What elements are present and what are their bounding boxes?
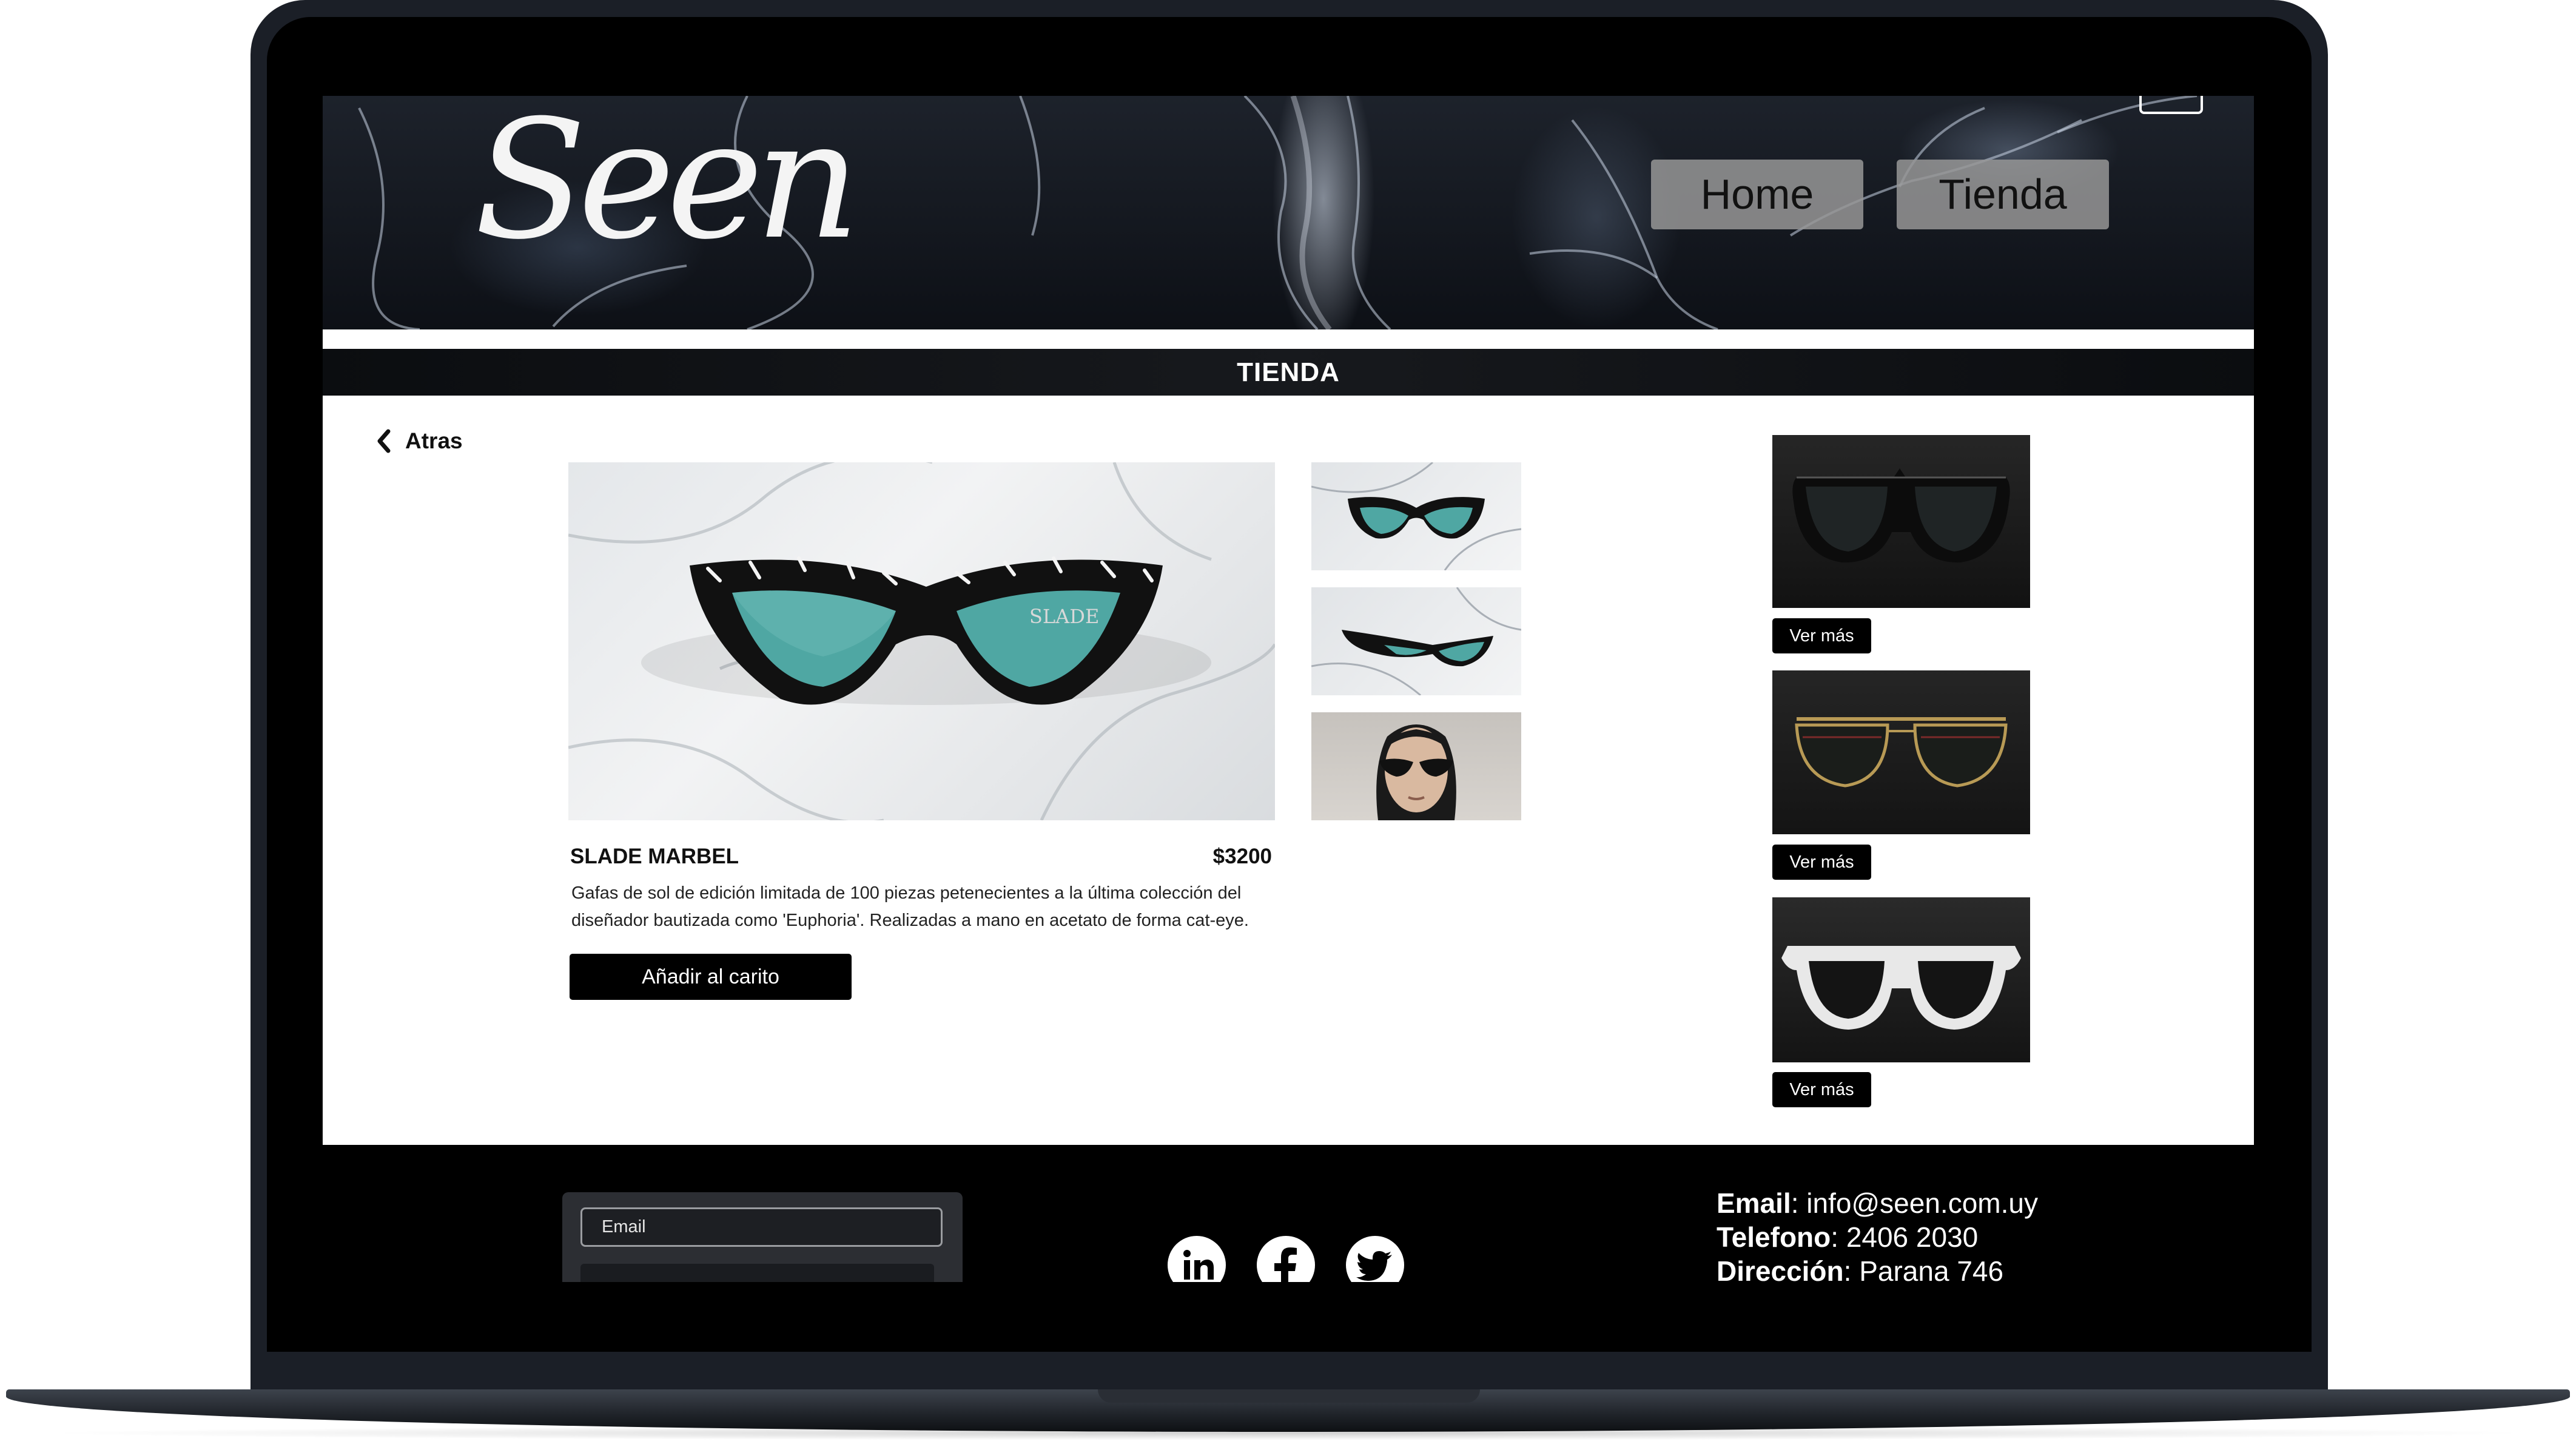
- back-link[interactable]: Atras: [376, 426, 463, 456]
- twitter-icon: [1356, 1251, 1392, 1281]
- cat-eye-sunglasses-image: SLADE: [568, 462, 1275, 820]
- chevron-left-icon: [377, 429, 391, 453]
- newsletter-form: Email: [562, 1192, 963, 1282]
- ver-mas-button[interactable]: Ver más: [1772, 618, 1871, 653]
- header-corner-box[interactable]: [2139, 96, 2203, 114]
- sunglasses-top-view-image: [1311, 462, 1521, 570]
- add-to-cart-button[interactable]: Añadir al carito: [570, 954, 852, 1000]
- twitter-link[interactable]: [1346, 1236, 1404, 1282]
- contact-info: Email: info@seen.com.uy Telefono: 2406 2…: [1717, 1186, 2038, 1282]
- contact-email: Email: info@seen.com.uy: [1717, 1187, 2038, 1219]
- contact-phone: Telefono: 2406 2030: [1717, 1221, 1979, 1253]
- laptop-notch: [1098, 1389, 1480, 1403]
- product-description: Gafas de sol de edición limitada de 100 …: [571, 883, 1249, 930]
- newsletter-submit-button[interactable]: [580, 1264, 934, 1282]
- facebook-icon: [1274, 1247, 1297, 1282]
- white-frame-sunglasses-image: [1781, 946, 2021, 1030]
- facebook-link[interactable]: [1257, 1236, 1315, 1282]
- aviator-sunglasses-image: [1795, 717, 2008, 788]
- linkedin-link[interactable]: [1168, 1236, 1226, 1282]
- nav-tienda-button[interactable]: Tienda: [1897, 160, 2109, 229]
- product-main-image[interactable]: SLADE: [568, 462, 1275, 820]
- browser-viewport: Seen Home Tienda TIENDA Atras SLADE SLAD…: [323, 96, 2254, 1282]
- ver-mas-button[interactable]: Ver más: [1772, 845, 1871, 880]
- nav-home-button[interactable]: Home: [1651, 160, 1863, 229]
- frame-engraving: SLADE: [1029, 605, 1099, 628]
- linkedin-icon: [1183, 1250, 1214, 1280]
- product-thumbnail[interactable]: [1311, 462, 1521, 570]
- related-product-image[interactable]: [1772, 435, 2030, 608]
- header-divider: [323, 329, 2254, 349]
- square-sunglasses-image: [1792, 468, 2010, 563]
- contact-address: Dirección: Parana 746: [1717, 1255, 2004, 1282]
- related-product-image[interactable]: [1772, 670, 2030, 834]
- ver-mas-button[interactable]: Ver más: [1772, 1072, 1871, 1107]
- back-link-label: Atras: [405, 428, 463, 453]
- section-title: TIENDA: [323, 349, 2254, 396]
- site-footer: Email Email: info@seen.com.uy Telefono: …: [323, 1145, 2254, 1282]
- product-thumbnail[interactable]: [1311, 712, 1521, 820]
- product-name: SLADE MARBEL: [570, 845, 739, 868]
- model-wearing-sunglasses-image: [1376, 724, 1456, 820]
- product-price: $3200: [1212, 845, 1272, 868]
- site-header: Seen Home Tienda: [323, 96, 2254, 329]
- sunglasses-angle-view-image: [1311, 587, 1521, 695]
- product-thumbnail[interactable]: [1311, 587, 1521, 695]
- site-logo[interactable]: Seen: [474, 98, 860, 262]
- product-page: Atras SLADE SLADE MARBEL $3200 Gafas de …: [323, 396, 2254, 1145]
- email-field[interactable]: Email: [580, 1207, 943, 1247]
- related-product-image[interactable]: [1772, 897, 2030, 1062]
